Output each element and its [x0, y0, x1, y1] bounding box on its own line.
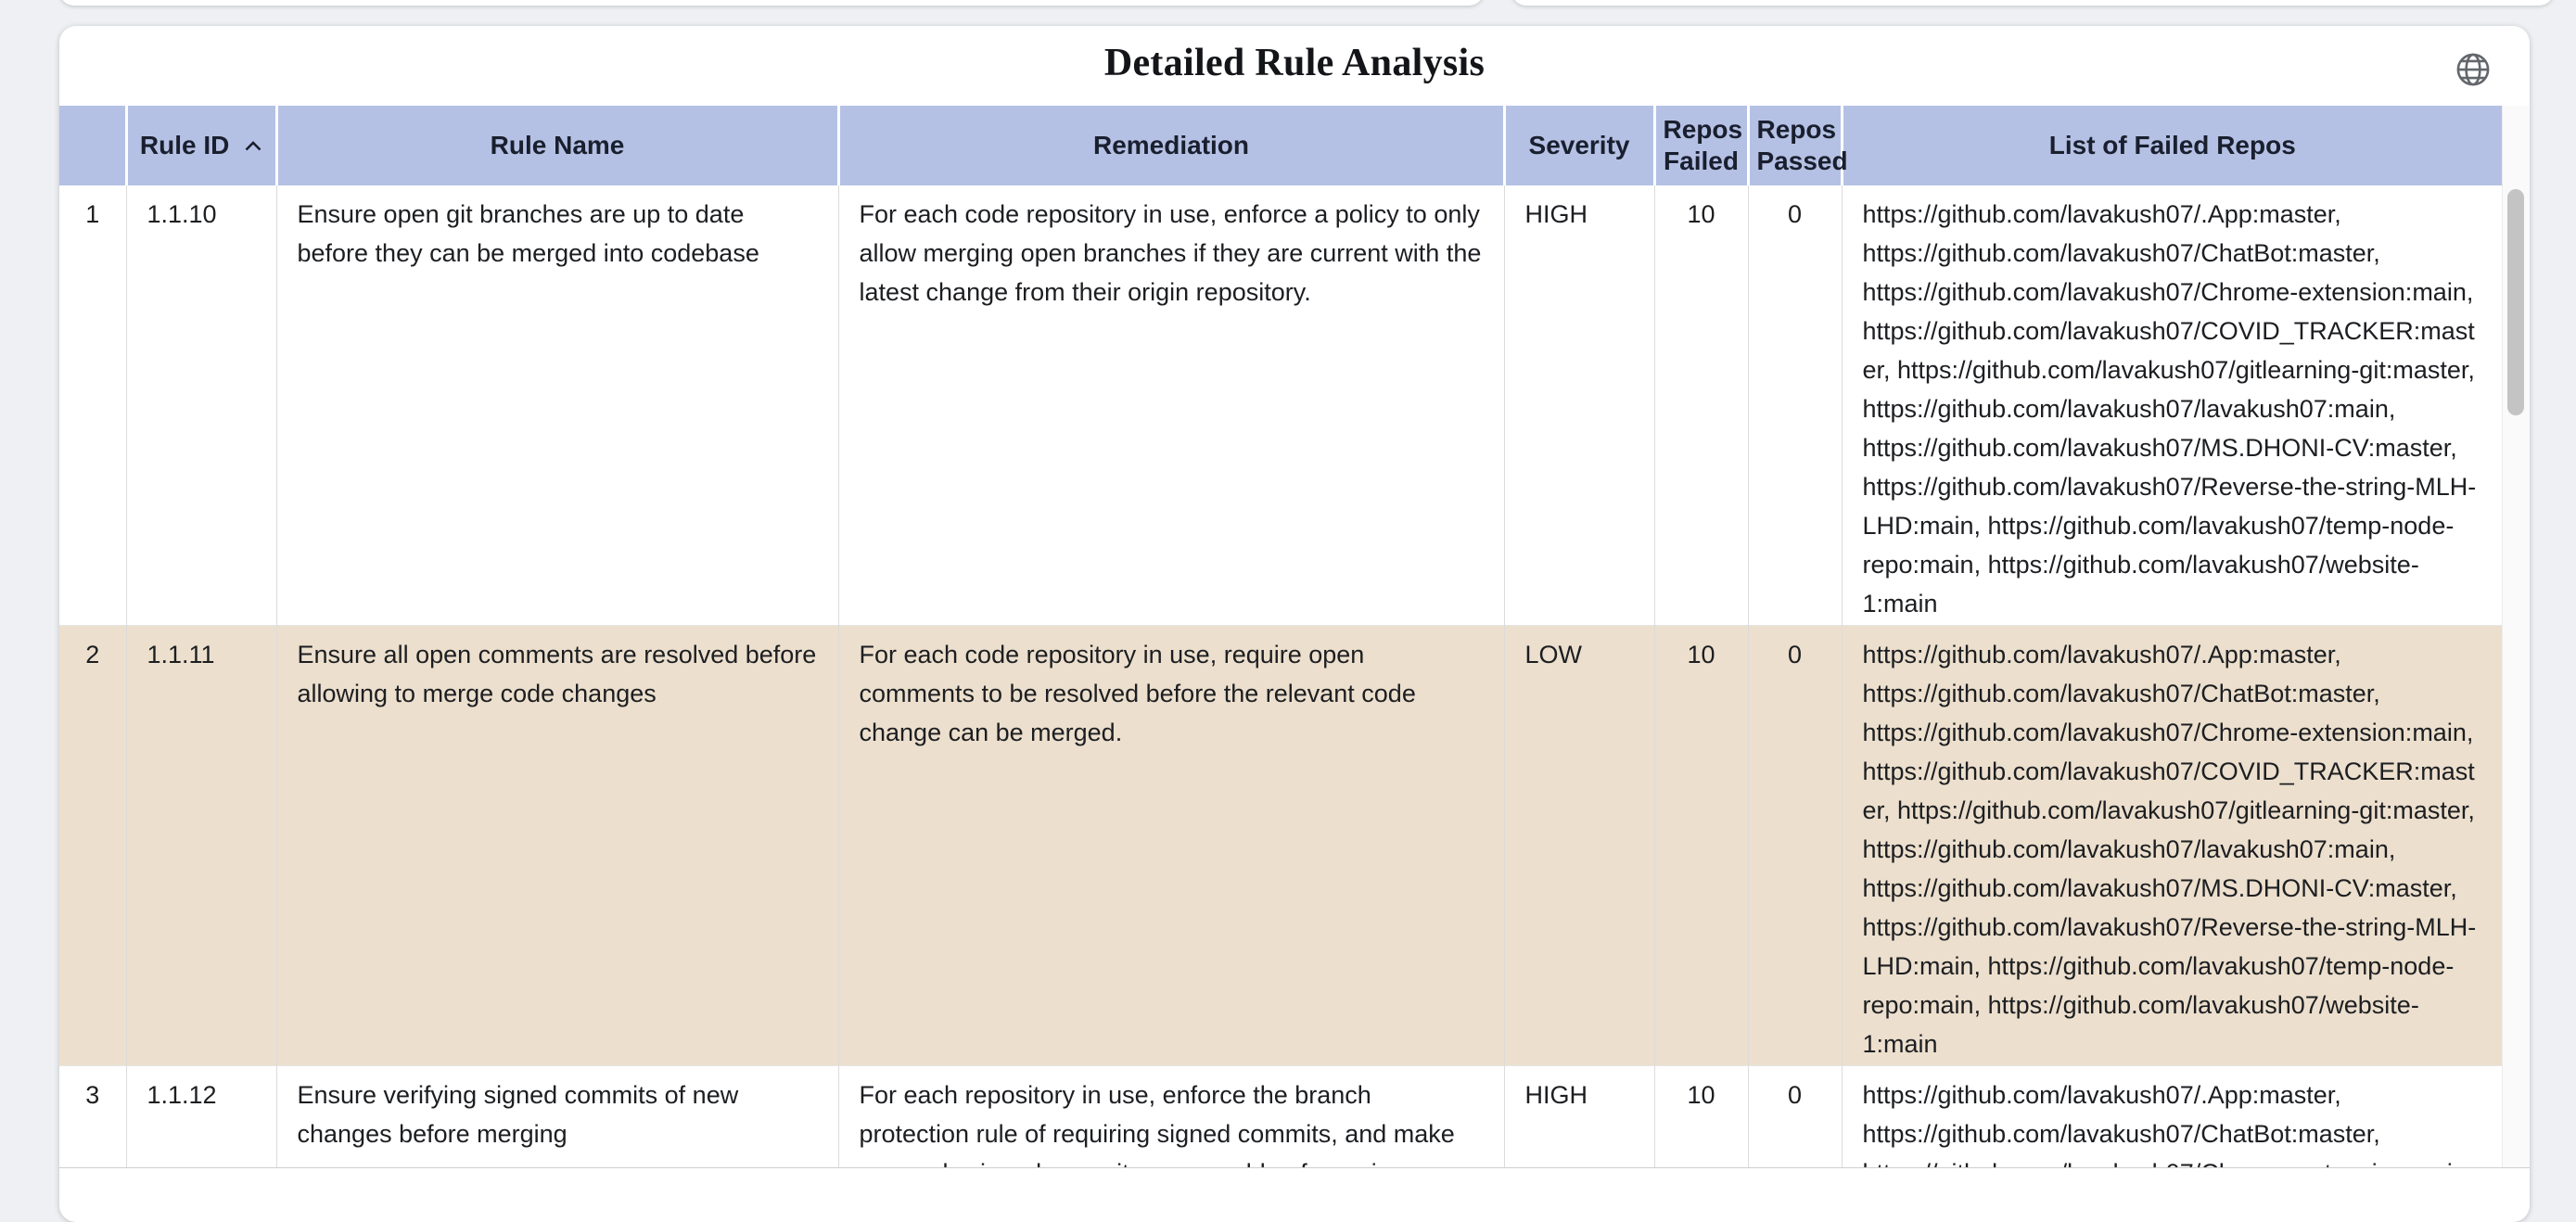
cell-remediation: For each code repository in use, require…	[838, 626, 1504, 1066]
cell-repos-passed: 0	[1748, 1066, 1842, 1168]
cell-rule-id: 1.1.12	[126, 1066, 276, 1168]
cell-severity: HIGH	[1504, 185, 1654, 626]
rule-table-viewport[interactable]: Rule ID Rule Name Remediation Severity R…	[59, 106, 2502, 1167]
header-remediation[interactable]: Remediation	[838, 106, 1504, 185]
cell-severity: HIGH	[1504, 1066, 1654, 1168]
table-scrollbar[interactable]	[2502, 106, 2530, 1167]
cell-index: 2	[59, 626, 126, 1066]
sort-ascending-icon	[244, 140, 262, 152]
cell-remediation: For each repository in use, enforce the …	[838, 1066, 1504, 1168]
header-index	[59, 106, 126, 185]
page-title: Detailed Rule Analysis	[59, 26, 2530, 85]
cell-repos-failed: 10	[1654, 626, 1748, 1066]
cell-severity: LOW	[1504, 626, 1654, 1066]
table-row: 3 1.1.12 Ensure verifying signed commits…	[59, 1066, 2502, 1168]
cell-remediation: For each code repository in use, enforce…	[838, 185, 1504, 626]
scrollbar-thumb[interactable]	[2507, 189, 2524, 415]
globe-icon	[2454, 50, 2493, 89]
header-repos-passed[interactable]: Repos Passed	[1748, 106, 1842, 185]
table-header-row: Rule ID Rule Name Remediation Severity R…	[59, 106, 2502, 185]
cell-repos-failed: 10	[1654, 185, 1748, 626]
cell-rule-id: 1.1.10	[126, 185, 276, 626]
cell-rule-name: Ensure verifying signed commits of new c…	[276, 1066, 838, 1168]
table-row: 1 1.1.10 Ensure open git branches are up…	[59, 185, 2502, 626]
globe-button[interactable]	[2452, 48, 2494, 91]
cell-rule-name: Ensure open git branches are up to date …	[276, 185, 838, 626]
detailed-rule-analysis-card: Detailed Rule Analysis Rule	[59, 26, 2530, 1222]
cell-failed-repos: https://github.com/lavakush07/.App:maste…	[1842, 626, 2502, 1066]
header-failed-repos[interactable]: List of Failed Repos	[1842, 106, 2502, 185]
header-repos-failed[interactable]: Repos Failed	[1654, 106, 1748, 185]
cell-repos-passed: 0	[1748, 626, 1842, 1066]
top-card-right-edge	[1511, 0, 2554, 6]
cell-rule-name: Ensure all open comments are resolved be…	[276, 626, 838, 1066]
cell-failed-repos: https://github.com/lavakush07/.App:maste…	[1842, 1066, 2502, 1168]
cell-index: 3	[59, 1066, 126, 1168]
cell-repos-passed: 0	[1748, 185, 1842, 626]
cell-failed-repos: https://github.com/lavakush07/.App:maste…	[1842, 185, 2502, 626]
table-row: 2 1.1.11 Ensure all open comments are re…	[59, 626, 2502, 1066]
cell-rule-id: 1.1.11	[126, 626, 276, 1066]
rule-table: Rule ID Rule Name Remediation Severity R…	[59, 106, 2502, 1167]
header-rule-id-label: Rule ID	[140, 131, 229, 159]
top-card-left-edge	[59, 0, 1484, 6]
header-severity[interactable]: Severity	[1504, 106, 1654, 185]
rule-table-area: Rule ID Rule Name Remediation Severity R…	[59, 106, 2530, 1168]
cell-index: 1	[59, 185, 126, 626]
header-rule-name[interactable]: Rule Name	[276, 106, 838, 185]
cell-repos-failed: 10	[1654, 1066, 1748, 1168]
header-rule-id[interactable]: Rule ID	[126, 106, 276, 185]
